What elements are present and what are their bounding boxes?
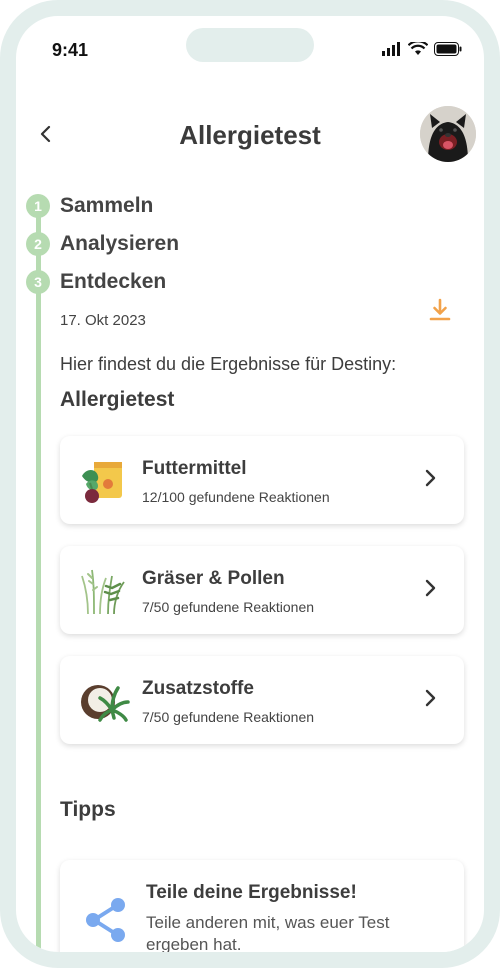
share-icon [86, 898, 125, 942]
intro-text: Hier findest du die Ergebnisse für Desti… [60, 354, 397, 374]
card-title: Gräser & Pollen [142, 568, 285, 589]
chevron-right-icon [425, 579, 436, 597]
result-date: 17. Okt 2023 [60, 312, 146, 329]
notch [186, 28, 314, 62]
timeline-line [36, 204, 41, 952]
card-subtitle: 7/50 gefundene Reaktionen [142, 709, 315, 725]
section-allergietest: Allergietest [60, 388, 175, 411]
signal-icon [382, 42, 400, 56]
card-title: Futtermittel [142, 458, 247, 479]
tip-text: Teile anderen mit, was euer Test ergeben… [146, 913, 390, 954]
card-zusatzstoffe[interactable]: Zusatzstoffe 7/50 gefundene Reaktionen [60, 656, 464, 744]
step-3-label: Entdecken [60, 270, 167, 293]
step-1-label: Sammeln [60, 194, 154, 217]
tip-card-share[interactable]: Teile deine Ergebnisse! Teile anderen mi… [60, 860, 464, 954]
chevron-right-icon [425, 689, 436, 707]
step-1-dot: 1 [26, 194, 50, 218]
card-subtitle: 7/50 gefundene Reaktionen [142, 599, 315, 615]
page-title: Allergietest [179, 120, 321, 150]
step-2-label: Analysieren [60, 232, 180, 255]
status-time: 9:41 [52, 40, 89, 60]
step-2-dot: 2 [26, 232, 50, 256]
header: Allergietest [16, 94, 484, 164]
grass-icon [81, 569, 125, 615]
step-3-dot: 3 [26, 270, 50, 294]
coconut-leaf-icon [81, 685, 130, 722]
avatar[interactable] [420, 106, 476, 162]
phone-frame: 9:41 Allergietest 1 Sammeln 2 Analysiere… [0, 0, 500, 968]
card-graeser-pollen[interactable]: Gräser & Pollen 7/50 gefundene Reaktione… [60, 546, 464, 634]
battery-icon [434, 42, 462, 56]
card-futtermittel[interactable]: Futtermittel 12/100 gefundene Reaktionen [60, 436, 464, 524]
dog-photo [420, 106, 476, 162]
wifi-icon [408, 42, 428, 55]
status-bar: 9:41 [16, 16, 484, 76]
section-tipps: Tipps [60, 798, 116, 821]
status-icons [382, 42, 462, 56]
food-bag-icon [82, 462, 122, 503]
card-title: Zusatzstoffe [142, 678, 254, 699]
card-subtitle: 12/100 gefundene Reaktionen [142, 489, 330, 505]
tip-title: Teile deine Ergebnisse! [146, 882, 357, 903]
chevron-right-icon [425, 469, 436, 487]
download-icon[interactable] [428, 298, 452, 322]
